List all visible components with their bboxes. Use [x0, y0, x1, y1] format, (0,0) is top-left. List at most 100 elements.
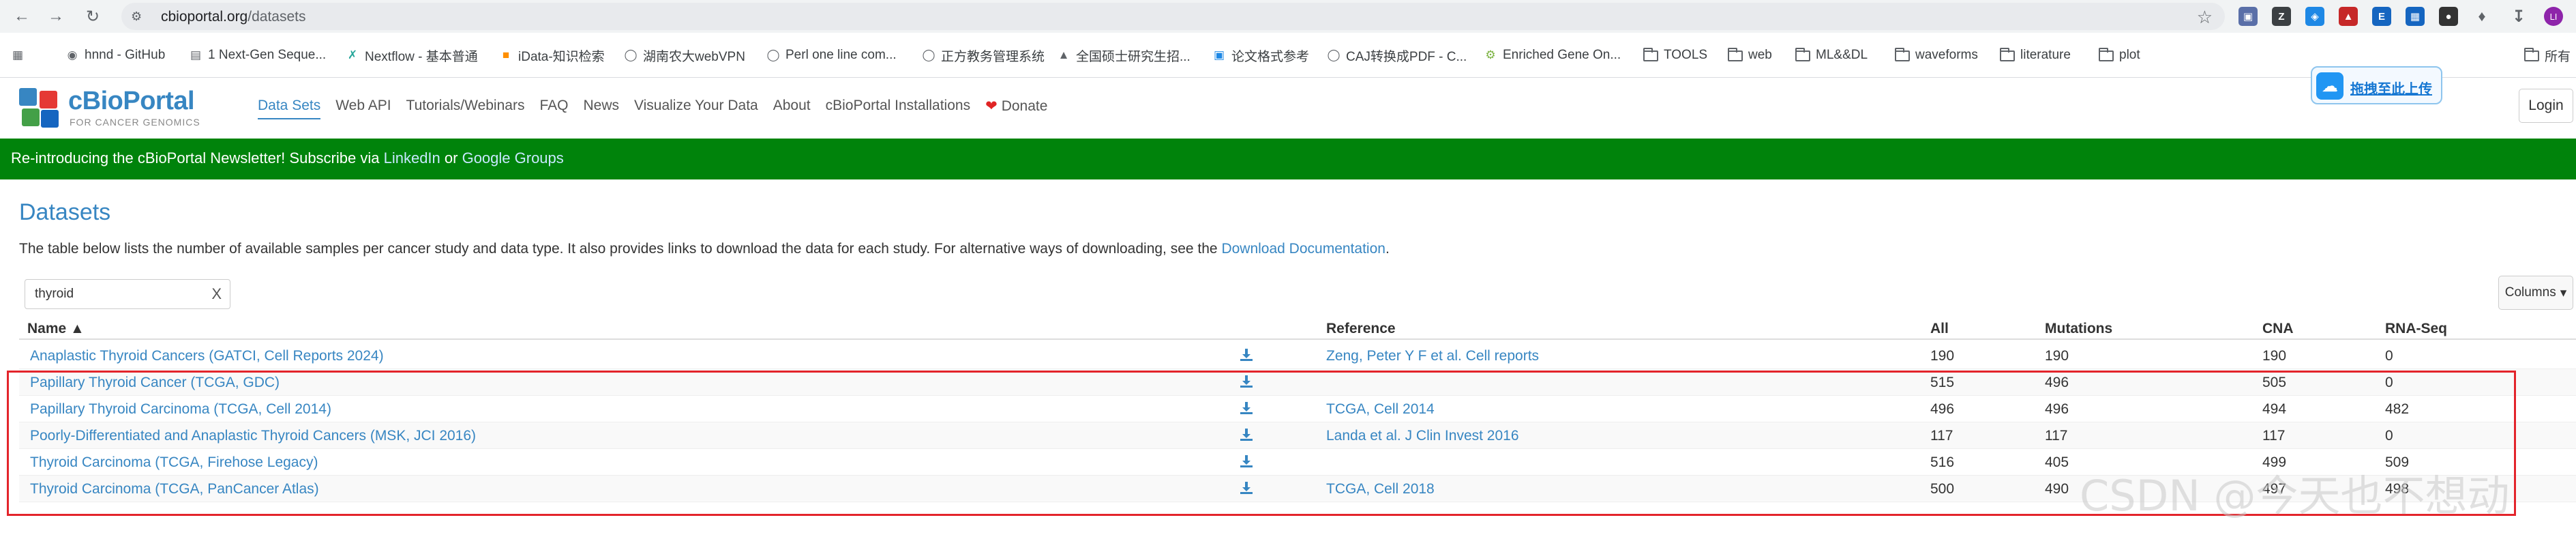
folder-icon: [1728, 48, 1743, 61]
intro-text: The table below lists the number of avai…: [19, 241, 1390, 257]
col-reference-header[interactable]: Reference: [1326, 321, 1396, 337]
nav-web-api[interactable]: Web API: [335, 98, 391, 119]
clear-filter-icon[interactable]: X: [211, 285, 222, 303]
download-documentation-link[interactable]: Download Documentation: [1221, 241, 1385, 257]
main-nav: Data Sets Web API Tutorials/Webinars FAQ…: [258, 98, 1062, 119]
intro-body: The table below lists the number of avai…: [19, 241, 1222, 257]
bookmark-item[interactable]: ⚙ Enriched Gene On...: [1484, 45, 1621, 66]
cbioportal-logo[interactable]: cBioPortal FOR CANCER GENOMICS: [19, 87, 224, 134]
folder-icon: [2000, 48, 2015, 61]
profile-avatar[interactable]: LI: [2544, 7, 2563, 26]
browser-toolbar: ← → ↻ ⚙ cbioportal.org/datasets ☆ ▣ Z ◈ …: [0, 0, 2576, 33]
grid-extension-icon[interactable]: ▦: [2406, 7, 2425, 26]
forward-icon[interactable]: →: [44, 4, 68, 29]
bookmark-item[interactable]: ■ iData-知识检索: [499, 45, 605, 66]
bookmark-item[interactable]: ◯ CAJ转换成PDF - C...: [1327, 45, 1467, 66]
heart-icon: ❤: [985, 98, 998, 114]
banner-text: Re-introducing the cBioPortal Newsletter…: [11, 149, 384, 167]
wps-icon: ▣: [1213, 48, 1225, 61]
all-bookmarks-folder[interactable]: 所有: [2524, 45, 2571, 66]
linkedin-link[interactable]: LinkedIn: [384, 149, 440, 167]
bookmarks-bar: ▦ ◉ hnnd - GitHub ▤ 1 Next-Gen Seque... ✗ N…: [0, 33, 2576, 78]
table-row: Anaplastic Thyroid Cancers (GATCI, Cell …: [19, 343, 2576, 369]
col-cna-header[interactable]: CNA: [2262, 321, 2294, 337]
bookmark-item[interactable]: ▤ 1 Next-Gen Seque...: [189, 45, 326, 66]
z-extension-icon[interactable]: Z: [2272, 7, 2291, 26]
address-bar[interactable]: ⚙ cbioportal.org/datasets ☆: [121, 3, 2225, 30]
rnaseq-count: 0: [2385, 348, 2393, 364]
idata-icon: ■: [502, 48, 510, 61]
bookmark-item[interactable]: ◯ 正方教务管理系统: [922, 45, 1045, 66]
doc-icon: ▤: [190, 48, 202, 61]
columns-dropdown-button[interactable]: Columns ▾: [2498, 276, 2573, 310]
github-icon: ◉: [67, 48, 78, 61]
site-info-icon[interactable]: ⚙: [131, 10, 145, 23]
github-extension-icon[interactable]: ●: [2439, 7, 2458, 26]
logo-title: cBioPortal: [68, 87, 195, 115]
nextflow-icon: ✗: [347, 48, 358, 61]
upload-widget[interactable]: ☁ 拖拽至此上传: [2311, 66, 2442, 104]
donate-label: Donate: [1001, 98, 1048, 114]
google-groups-link[interactable]: Google Groups: [462, 149, 564, 167]
bookmark-item[interactable]: ▣ 论文格式参考: [1212, 45, 1309, 66]
folder-icon: [1795, 48, 1810, 61]
apps-grid-icon[interactable]: ▦: [11, 45, 25, 66]
bookmark-folder[interactable]: waveforms: [1895, 45, 1978, 66]
globe-icon: ◯: [624, 48, 638, 61]
translate-extension-icon[interactable]: E: [2372, 7, 2391, 26]
pdf-extension-icon[interactable]: ▲: [2339, 7, 2358, 26]
all-count: 190: [1930, 348, 1955, 364]
col-rnaseq-header[interactable]: RNA-Seq: [2385, 321, 2447, 337]
save-extension-icon[interactable]: ▣: [2238, 7, 2258, 26]
bookmark-item[interactable]: ◯ 湖南农大webVPN: [624, 45, 745, 66]
bookmark-folder[interactable]: ML&&DL: [1795, 45, 1868, 66]
reference-link[interactable]: Zeng, Peter Y F et al. Cell reports: [1326, 348, 1539, 364]
nav-visualize[interactable]: Visualize Your Data: [634, 98, 758, 119]
col-mutations-header[interactable]: Mutations: [2045, 321, 2112, 337]
bookmark-folder[interactable]: web: [1728, 45, 1772, 66]
download-icon[interactable]: ↧: [2509, 7, 2528, 26]
study-name-link[interactable]: Anaplastic Thyroid Cancers (GATCI, Cell …: [30, 348, 384, 364]
filter-input[interactable]: [35, 285, 198, 303]
globe-icon: ◯: [922, 48, 935, 61]
reload-icon[interactable]: ↻: [80, 4, 105, 29]
nav-faq[interactable]: FAQ: [539, 98, 568, 119]
nav-installations[interactable]: cBioPortal Installations: [826, 98, 970, 119]
nav-tutorials[interactable]: Tutorials/Webinars: [406, 98, 525, 119]
portal-header: cBioPortal FOR CANCER GENOMICS Data Sets…: [0, 78, 2576, 139]
bookmark-star-icon[interactable]: ☆: [2197, 7, 2213, 28]
logo-mark-icon: [19, 88, 61, 129]
cna-count: 190: [2262, 348, 2287, 364]
table-header: Name ▲ Reference All Mutations CNA RNA-S…: [19, 318, 2576, 340]
bookmark-folder[interactable]: TOOLS: [1643, 45, 1707, 66]
gear-icon: ⚙: [1485, 48, 1496, 61]
nav-donate[interactable]: ❤ Donate: [985, 98, 1047, 119]
url-text[interactable]: cbioportal.org/datasets: [161, 9, 305, 25]
bookmark-folder[interactable]: plot: [2099, 45, 2140, 66]
caret-down-icon: ▾: [2560, 285, 2567, 300]
extensions-puzzle-icon[interactable]: ♦: [2472, 7, 2491, 26]
nav-about[interactable]: About: [773, 98, 811, 119]
filter-box: X: [25, 279, 230, 309]
bookmark-item[interactable]: ✗ Nextflow - 基本普通: [346, 45, 478, 66]
bookmark-folder[interactable]: literature: [2000, 45, 2071, 66]
watermark: CSDN @今天也不想动: [2080, 471, 2510, 521]
mutations-count: 190: [2045, 348, 2069, 364]
col-name-header[interactable]: Name ▲: [27, 321, 85, 337]
bookmark-item[interactable]: ◉ hnnd - GitHub: [65, 45, 166, 66]
bookmark-item[interactable]: ▲ 全国硕士研究生招...: [1057, 45, 1190, 66]
folder-icon: [1895, 48, 1910, 61]
logo-subtitle: FOR CANCER GENOMICS: [70, 117, 200, 128]
download-icon[interactable]: [1239, 347, 1254, 362]
login-button[interactable]: Login: [2519, 89, 2573, 123]
globe-icon: ◯: [1327, 48, 1341, 61]
col-all-header[interactable]: All: [1930, 321, 1949, 337]
folder-icon: [1643, 48, 1658, 61]
back-icon[interactable]: ←: [10, 4, 34, 29]
cloud-upload-icon: ☁: [2316, 72, 2343, 100]
nav-data-sets[interactable]: Data Sets: [258, 98, 321, 119]
bookmark-item[interactable]: ◯ Perl one line com...: [766, 45, 896, 66]
globe-icon: ◯: [766, 48, 780, 61]
nav-news[interactable]: News: [583, 98, 619, 119]
shield-extension-icon[interactable]: ◈: [2305, 7, 2324, 26]
